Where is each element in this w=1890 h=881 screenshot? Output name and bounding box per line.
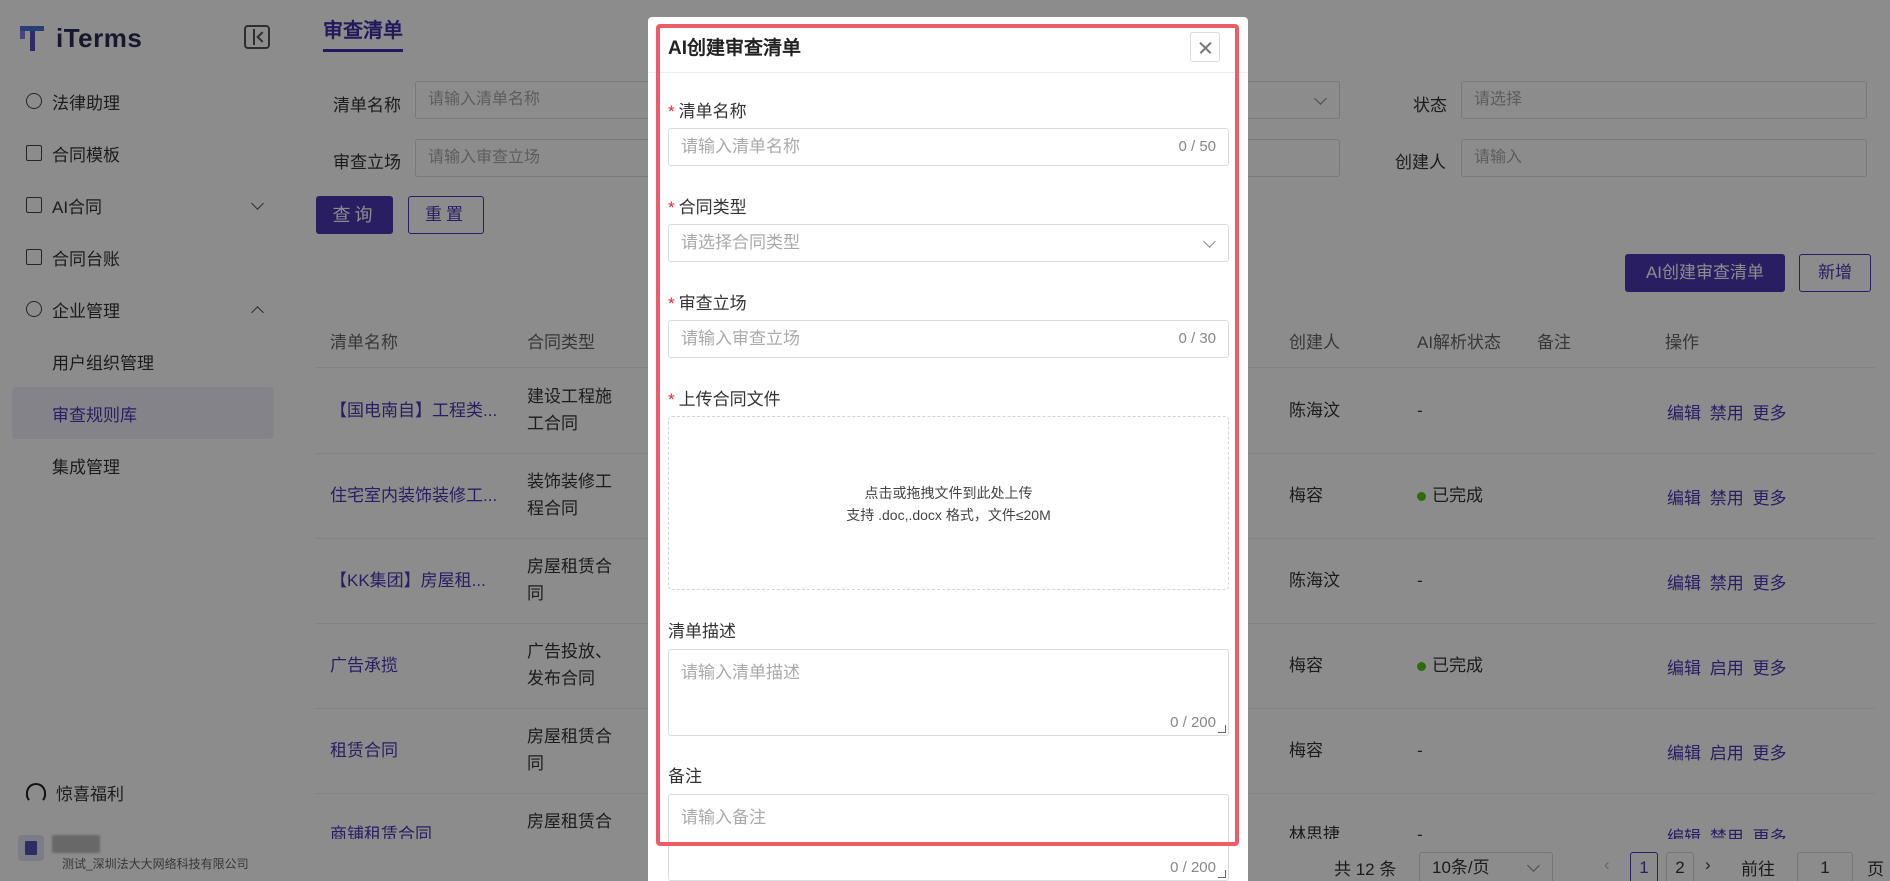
close-icon[interactable] (1190, 32, 1220, 62)
remark-label: 备注 (668, 767, 702, 786)
modal-title: AI创建审查清单 (668, 38, 802, 59)
required-mark: * (668, 102, 675, 121)
upload-hint-format: 支持 .doc,.docx 格式，文件≤20M (846, 507, 1051, 523)
list-name-input[interactable]: 请输入清单名称 0 / 50 (668, 128, 1229, 166)
resize-handle-icon[interactable] (1218, 725, 1226, 733)
contract-type-placeholder: 请选择合同类型 (681, 233, 800, 252)
upload-label-text: 上传合同文件 (678, 390, 781, 409)
upload-label: * 上传合同文件 (668, 385, 781, 410)
upload-hint-primary: 点击或拖拽文件到此处上传 (864, 485, 1033, 501)
required-mark: * (668, 294, 675, 313)
required-mark: * (668, 198, 675, 217)
modal-divider (648, 72, 1248, 73)
list-name-label-text: 清单名称 (678, 102, 747, 121)
list-name-placeholder: 请输入清单名称 (681, 137, 800, 156)
remark-count: 0 / 200 (1170, 859, 1216, 876)
contract-file-upload-area[interactable]: 点击或拖拽文件到此处上传 支持 .doc,.docx 格式，文件≤20M (668, 416, 1229, 590)
review-stance-count: 0 / 30 (1178, 330, 1216, 347)
remark-placeholder: 请输入备注 (681, 808, 766, 827)
contract-type-label: * 合同类型 (668, 193, 747, 218)
review-stance-input[interactable]: 请输入审查立场 0 / 30 (668, 320, 1229, 358)
list-description-placeholder: 请输入清单描述 (681, 663, 800, 682)
list-name-count: 0 / 50 (1178, 138, 1216, 155)
required-mark: * (668, 390, 675, 409)
list-name-label: * 清单名称 (668, 97, 747, 122)
resize-handle-icon[interactable] (1218, 870, 1226, 878)
review-stance-label: * 审查立场 (668, 289, 747, 314)
list-description-textarea[interactable]: 请输入清单描述 0 / 200 (668, 649, 1229, 736)
list-description-count: 0 / 200 (1170, 714, 1216, 731)
ai-create-review-list-modal: AI创建审查清单 * 清单名称 请输入清单名称 0 / 50 * 合同类型 请选择合… (648, 17, 1248, 881)
app-root: iTerms 法律助理 合同模板 AI合同 合同台账 企业管理 用户组织管理 审… (0, 0, 1890, 881)
review-stance-label-text: 审查立场 (678, 294, 747, 313)
review-stance-placeholder: 请输入审查立场 (681, 329, 800, 348)
list-description-label: 清单描述 (668, 622, 736, 641)
contract-type-select[interactable]: 请选择合同类型 (668, 224, 1229, 262)
chevron-down-icon (1203, 235, 1216, 248)
remark-textarea[interactable]: 请输入备注 0 / 200 (668, 794, 1229, 881)
contract-type-label-text: 合同类型 (678, 198, 747, 217)
